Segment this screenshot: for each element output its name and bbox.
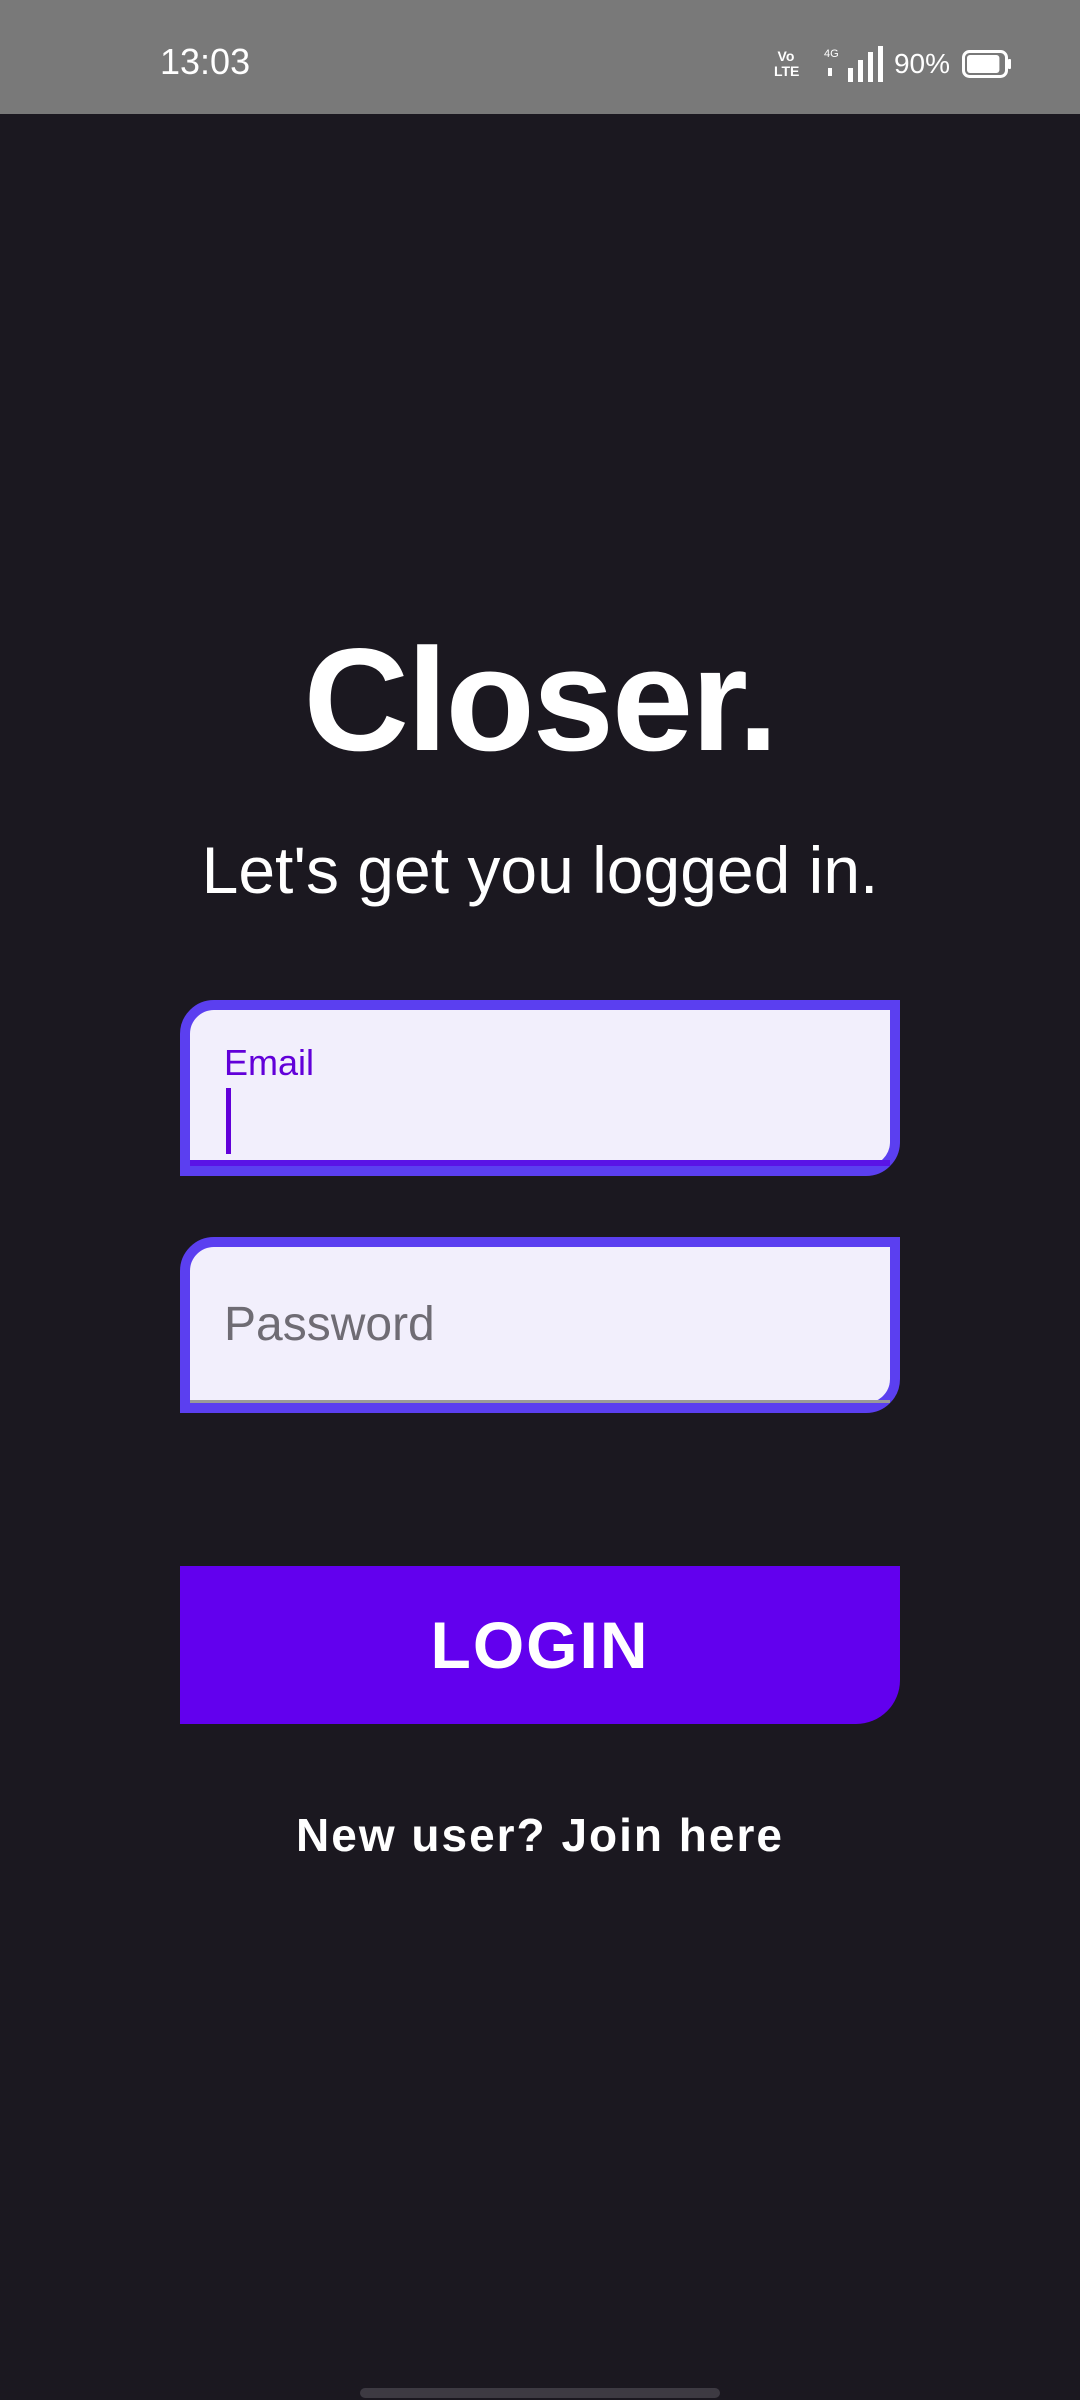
status-bar: 13:03 Vo LTE 4G 90% xyxy=(0,0,1080,114)
status-icons: Vo LTE 4G 90% xyxy=(774,44,1012,84)
gesture-nav-handle[interactable] xyxy=(360,2388,720,2398)
email-label: Email xyxy=(224,1042,315,1083)
app-subtitle: Let's get you logged in. xyxy=(201,833,879,907)
login-button[interactable]: LOGIN xyxy=(180,1566,900,1724)
battery-icon xyxy=(962,50,1011,78)
email-underline xyxy=(190,1160,890,1166)
email-input[interactable] xyxy=(236,1090,856,1150)
login-screen: 13:03 Vo LTE 4G 90% Closer. Let's get yo… xyxy=(0,0,1080,2400)
signal-icon: 4G xyxy=(824,46,883,82)
battery-fill xyxy=(967,55,1000,73)
join-link[interactable]: New user? Join here xyxy=(0,1808,1080,1862)
email-field[interactable]: Email xyxy=(180,1000,900,1176)
app-title: Closer. xyxy=(303,618,779,781)
text-cursor xyxy=(226,1088,231,1154)
volte-label-top: Vo xyxy=(777,48,795,64)
password-field[interactable] xyxy=(180,1237,900,1413)
password-underline xyxy=(190,1400,890,1403)
battery-percent: 90% xyxy=(893,48,950,79)
password-input[interactable] xyxy=(224,1297,824,1352)
network-type: 4G xyxy=(824,48,839,60)
volte-label-bottom: LTE xyxy=(773,63,800,79)
volte-icon: Vo LTE xyxy=(773,47,800,81)
status-time: 13:03 xyxy=(160,41,251,82)
